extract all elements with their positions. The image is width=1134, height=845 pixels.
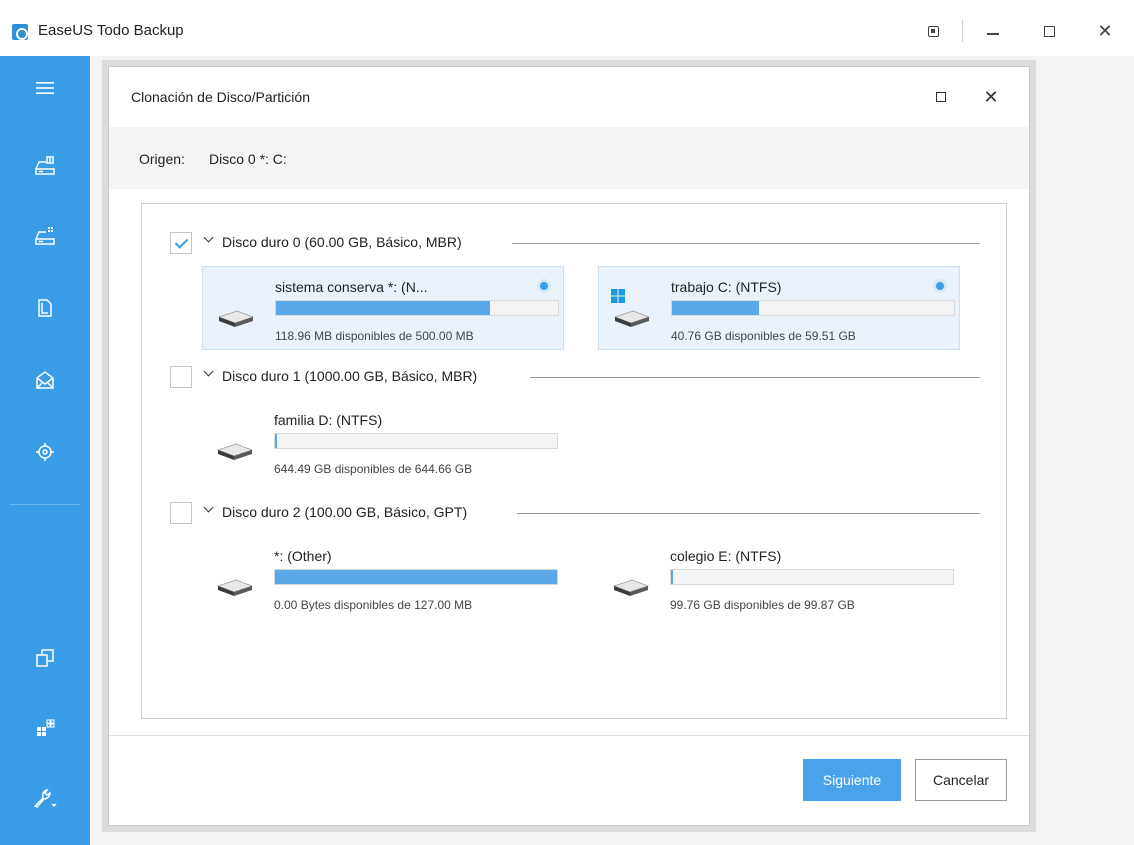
sidebar-divider [10, 504, 80, 505]
partition-usage-bar [275, 300, 559, 316]
disk-header-line [517, 513, 980, 514]
sidebar-item-apps[interactable] [0, 708, 90, 748]
partition-usage-fill [275, 570, 557, 584]
partition-name: *: (Other) [274, 548, 332, 564]
origin-bar: Origen: Disco 0 *: C: [109, 127, 1029, 189]
drive-icon [217, 310, 255, 327]
partition-name: colegio E: (NTFS) [670, 548, 782, 564]
clone-icon [36, 649, 54, 667]
partition-usage-fill [671, 570, 673, 584]
disk-header: Disco duro 1 (1000.00 GB, Básico, MBR) [142, 364, 1008, 390]
dialog-close-button[interactable]: ✕ [977, 83, 1005, 111]
disk-header: Disco duro 2 (100.00 GB, Básico, GPT) [142, 500, 1008, 526]
chevron-down-icon[interactable] [204, 504, 214, 514]
sidebar-item-clone[interactable] [0, 638, 90, 678]
origin-label: Origen: [139, 151, 185, 167]
close-icon: ✕ [1097, 20, 1113, 41]
partition-usage-fill [276, 301, 491, 315]
partition-space-info: 40.76 GB disponibles de 59.51 GB [671, 329, 856, 343]
partition-space-info: 118.96 MB disponibles de 500.00 MB [275, 329, 474, 343]
titlebar-divider [962, 20, 963, 42]
windows-icon [611, 289, 625, 303]
chevron-down-icon[interactable] [204, 368, 214, 378]
maximize-icon [1043, 25, 1055, 37]
partition-name: trabajo C: (NTFS) [671, 279, 782, 295]
window-settings-button[interactable] [918, 16, 948, 46]
origin-value: Disco 0 *: C: [209, 151, 287, 167]
cancel-button[interactable]: Cancelar [915, 759, 1007, 801]
partition-selected-radio[interactable] [933, 279, 947, 293]
partition-usage-bar [671, 300, 955, 316]
smart-backup-icon [36, 443, 54, 461]
hamburger-menu-icon [36, 82, 54, 94]
disk-checkbox[interactable] [170, 502, 192, 524]
minimize-icon [987, 33, 999, 35]
drive-icon [216, 579, 254, 596]
close-icon: ✕ [983, 86, 999, 107]
sidebar-item-mail-backup[interactable] [0, 360, 90, 400]
partition-space-info: 0.00 Bytes disponibles de 127.00 MB [274, 598, 473, 612]
partition-item[interactable]: colegio E: (NTFS) 99.76 GB disponibles d… [598, 536, 960, 620]
partition-usage-bar [274, 569, 558, 585]
sidebar [0, 56, 90, 845]
easeus-logo-icon [12, 24, 28, 40]
sidebar-item-file-backup[interactable] [0, 288, 90, 328]
partition-space-info: 644.49 GB disponibles de 644.66 GB [274, 462, 473, 476]
sidebar-item-smart-backup[interactable] [0, 432, 90, 472]
disk-checkbox[interactable] [170, 232, 192, 254]
disk-label: Disco duro 2 (100.00 GB, Básico, GPT) [222, 504, 476, 520]
system-backup-icon [35, 227, 55, 245]
partition-item[interactable]: familia D: (NTFS) 644.49 GB disponibles … [202, 400, 564, 484]
partition-name: familia D: (NTFS) [274, 412, 383, 428]
maximize-button[interactable] [1034, 16, 1064, 46]
drive-icon [613, 310, 651, 327]
partition-item[interactable]: *: (Other) 0.00 Bytes disponibles de 127… [202, 536, 564, 620]
sidebar-item-menu[interactable] [0, 68, 90, 108]
dialog-titlebar: Clonación de Disco/Partición ✕ [109, 67, 1029, 125]
next-button[interactable]: Siguiente [803, 759, 901, 801]
maximize-icon [936, 92, 946, 102]
mail-backup-icon [36, 371, 54, 389]
chevron-down-icon[interactable] [204, 234, 214, 244]
disk-list-panel: Disco duro 0 (60.00 GB, Básico, MBR) sis… [141, 203, 1007, 719]
partition-usage-bar [670, 569, 954, 585]
clone-dialog: Clonación de Disco/Partición ✕ Origen: D… [108, 66, 1030, 826]
disk-label: Disco duro 1 (1000.00 GB, Básico, MBR) [222, 368, 486, 384]
settings-icon [927, 25, 939, 37]
partition-space-info: 99.76 GB disponibles de 99.87 GB [670, 598, 855, 612]
sidebar-item-tools[interactable] [0, 778, 90, 818]
partition-usage-fill [275, 434, 277, 448]
partition-item[interactable]: sistema conserva *: (N... 118.96 MB disp… [202, 266, 564, 350]
drive-icon [216, 443, 254, 460]
disk-header-line [512, 243, 980, 244]
disk-label: Disco duro 0 (60.00 GB, Básico, MBR) [222, 234, 470, 250]
app-titlebar: EaseUS Todo Backup ✕ [0, 0, 1134, 56]
apps-icon [37, 719, 55, 736]
sidebar-item-disk-backup[interactable] [0, 146, 90, 186]
file-backup-icon [38, 299, 52, 317]
dialog-title: Clonación de Disco/Partición [131, 89, 310, 105]
disk-header-line [530, 377, 980, 378]
partition-usage-bar [274, 433, 558, 449]
tools-icon [33, 788, 57, 808]
disk-checkbox[interactable] [170, 366, 192, 388]
app-title: EaseUS Todo Backup [38, 22, 184, 39]
disk-backup-icon [35, 156, 55, 175]
dialog-maximize-button[interactable] [927, 83, 955, 111]
minimize-button[interactable] [978, 16, 1008, 46]
drive-icon [612, 579, 650, 596]
partition-name: sistema conserva *: (N... [275, 279, 428, 295]
partition-item[interactable]: trabajo C: (NTFS) 40.76 GB disponibles d… [598, 266, 960, 350]
dialog-footer-divider [109, 735, 1029, 736]
close-button[interactable]: ✕ [1090, 16, 1120, 46]
sidebar-item-system-backup[interactable] [0, 216, 90, 256]
disk-header: Disco duro 0 (60.00 GB, Básico, MBR) [142, 230, 1008, 256]
partition-selected-radio[interactable] [537, 279, 551, 293]
partition-usage-fill [672, 301, 760, 315]
